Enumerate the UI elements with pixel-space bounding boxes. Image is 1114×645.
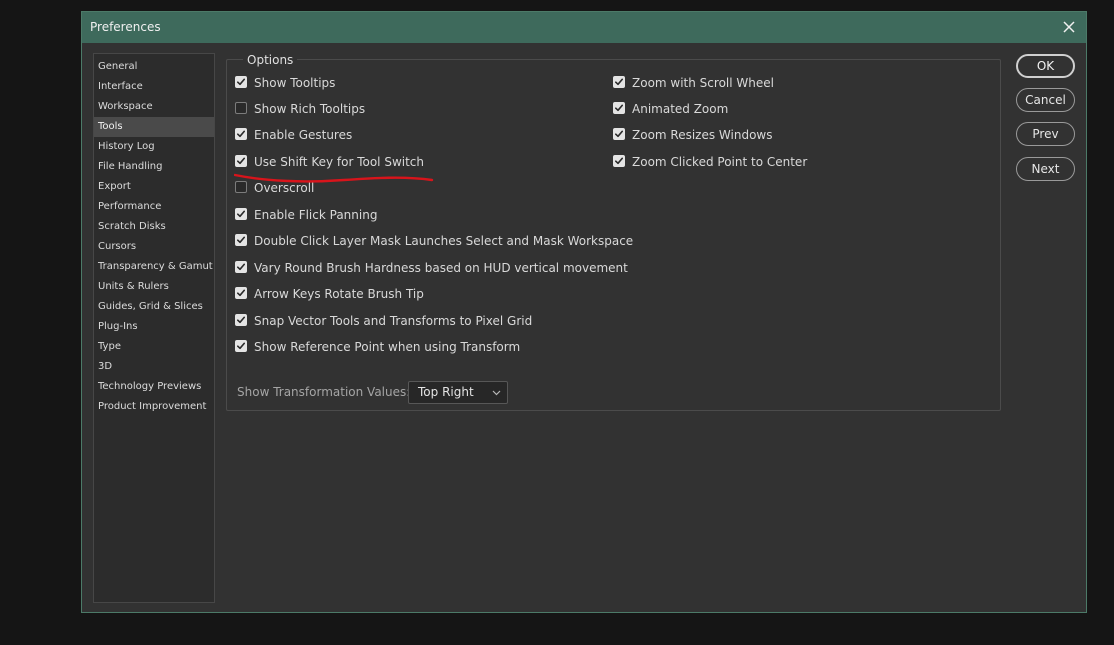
checkbox-label: Snap Vector Tools and Transforms to Pixe… bbox=[254, 314, 533, 328]
checkbox-label: Enable Gestures bbox=[254, 128, 353, 142]
preferences-dialog: Preferences General Interface Workspace … bbox=[81, 11, 1087, 613]
close-icon[interactable] bbox=[1058, 16, 1080, 38]
ok-button[interactable]: OK bbox=[1016, 54, 1075, 78]
title-bar: Preferences bbox=[82, 12, 1086, 43]
nav-item-cursors[interactable]: Cursors bbox=[94, 237, 214, 257]
checkbox-label: Enable Flick Panning bbox=[254, 208, 378, 222]
nav-item-label: Export bbox=[98, 181, 131, 192]
checkbox-label: Zoom Clicked Point to Center bbox=[632, 155, 808, 169]
checkbox-icon[interactable] bbox=[235, 287, 247, 299]
nav-item-transparency-gamut[interactable]: Transparency & Gamut bbox=[94, 257, 214, 277]
checkbox-label: Zoom Resizes Windows bbox=[632, 128, 773, 142]
nav-item-general[interactable]: General bbox=[94, 57, 214, 77]
checkbox-icon[interactable] bbox=[613, 155, 625, 167]
nav-item-performance[interactable]: Performance bbox=[94, 197, 214, 217]
checkbox-label: Animated Zoom bbox=[632, 102, 729, 116]
nav-item-label: Tools bbox=[98, 121, 123, 132]
nav-item-label: Scratch Disks bbox=[98, 221, 166, 232]
select-value: Top Right bbox=[418, 385, 474, 399]
nav-item-product-improvement[interactable]: Product Improvement bbox=[94, 397, 214, 417]
nav-item-label: General bbox=[98, 61, 138, 72]
cancel-button[interactable]: Cancel bbox=[1016, 88, 1075, 112]
nav-item-technology-previews[interactable]: Technology Previews bbox=[94, 377, 214, 397]
nav-item-label: Plug-Ins bbox=[98, 321, 138, 332]
dialog-title: Preferences bbox=[90, 20, 161, 34]
chevron-down-icon bbox=[492, 390, 501, 396]
checkbox-icon[interactable] bbox=[235, 155, 247, 167]
nav-item-label: Product Improvement bbox=[98, 401, 207, 412]
checkbox-icon[interactable] bbox=[235, 128, 247, 140]
checkbox-label: Use Shift Key for Tool Switch bbox=[254, 155, 425, 169]
checkbox-label: Arrow Keys Rotate Brush Tip bbox=[254, 287, 424, 301]
nav-item-label: History Log bbox=[98, 141, 155, 152]
checkbox-icon[interactable] bbox=[235, 261, 247, 273]
nav-item-plug-ins[interactable]: Plug-Ins bbox=[94, 317, 214, 337]
checkbox-label: Vary Round Brush Hardness based on HUD v… bbox=[254, 261, 628, 275]
nav-item-label: Performance bbox=[98, 201, 162, 212]
nav-item-guides-grid-slices[interactable]: Guides, Grid & Slices bbox=[94, 297, 214, 317]
checkbox-icon[interactable] bbox=[613, 102, 625, 114]
nav-item-interface[interactable]: Interface bbox=[94, 77, 214, 97]
nav-item-label: Interface bbox=[98, 81, 143, 92]
nav-item-label: Cursors bbox=[98, 241, 137, 252]
checkbox-label: Show Tooltips bbox=[254, 76, 336, 90]
nav-item-workspace[interactable]: Workspace bbox=[94, 97, 214, 117]
nav-item-history-log[interactable]: History Log bbox=[94, 137, 214, 157]
nav-item-export[interactable]: Export bbox=[94, 177, 214, 197]
nav-item-label: Transparency & Gamut bbox=[98, 261, 213, 272]
red-underline-annotation bbox=[234, 173, 434, 183]
checkbox-icon[interactable] bbox=[235, 102, 247, 114]
checkbox-label: Zoom with Scroll Wheel bbox=[632, 76, 774, 90]
checkbox-icon[interactable] bbox=[613, 76, 625, 88]
checkbox-icon[interactable] bbox=[235, 76, 247, 88]
nav-item-label: Units & Rulers bbox=[98, 281, 169, 292]
nav-item-label: File Handling bbox=[98, 161, 163, 172]
prev-button[interactable]: Prev bbox=[1016, 122, 1075, 146]
options-legend: Options bbox=[243, 52, 298, 68]
next-button[interactable]: Next bbox=[1016, 157, 1075, 181]
transformation-values-label: Show Transformation Values: bbox=[237, 385, 411, 399]
nav-item-label: Guides, Grid & Slices bbox=[98, 301, 203, 312]
checkbox-icon[interactable] bbox=[235, 208, 247, 220]
nav-item-scratch-disks[interactable]: Scratch Disks bbox=[94, 217, 214, 237]
transformation-values-select[interactable]: Top Right bbox=[408, 381, 508, 404]
nav-item-file-handling[interactable]: File Handling bbox=[94, 157, 214, 177]
nav-item-label: Technology Previews bbox=[98, 381, 202, 392]
preferences-nav: General Interface Workspace Tools Histor… bbox=[93, 53, 215, 603]
nav-item-label: 3D bbox=[98, 361, 113, 372]
checkbox-icon[interactable] bbox=[235, 340, 247, 352]
nav-item-label: Type bbox=[98, 341, 121, 352]
nav-item-units-rulers[interactable]: Units & Rulers bbox=[94, 277, 214, 297]
nav-item-type[interactable]: Type bbox=[94, 337, 214, 357]
checkbox-label: Show Rich Tooltips bbox=[254, 102, 366, 116]
checkbox-label: Show Reference Point when using Transfor… bbox=[254, 340, 521, 354]
checkbox-label: Double Click Layer Mask Launches Select … bbox=[254, 234, 634, 248]
nav-item-label: Workspace bbox=[98, 101, 153, 112]
checkbox-icon[interactable] bbox=[235, 234, 247, 246]
nav-item-tools[interactable]: Tools bbox=[94, 117, 214, 137]
checkbox-icon[interactable] bbox=[235, 314, 247, 326]
nav-item-3d[interactable]: 3D bbox=[94, 357, 214, 377]
checkbox-icon[interactable] bbox=[613, 128, 625, 140]
